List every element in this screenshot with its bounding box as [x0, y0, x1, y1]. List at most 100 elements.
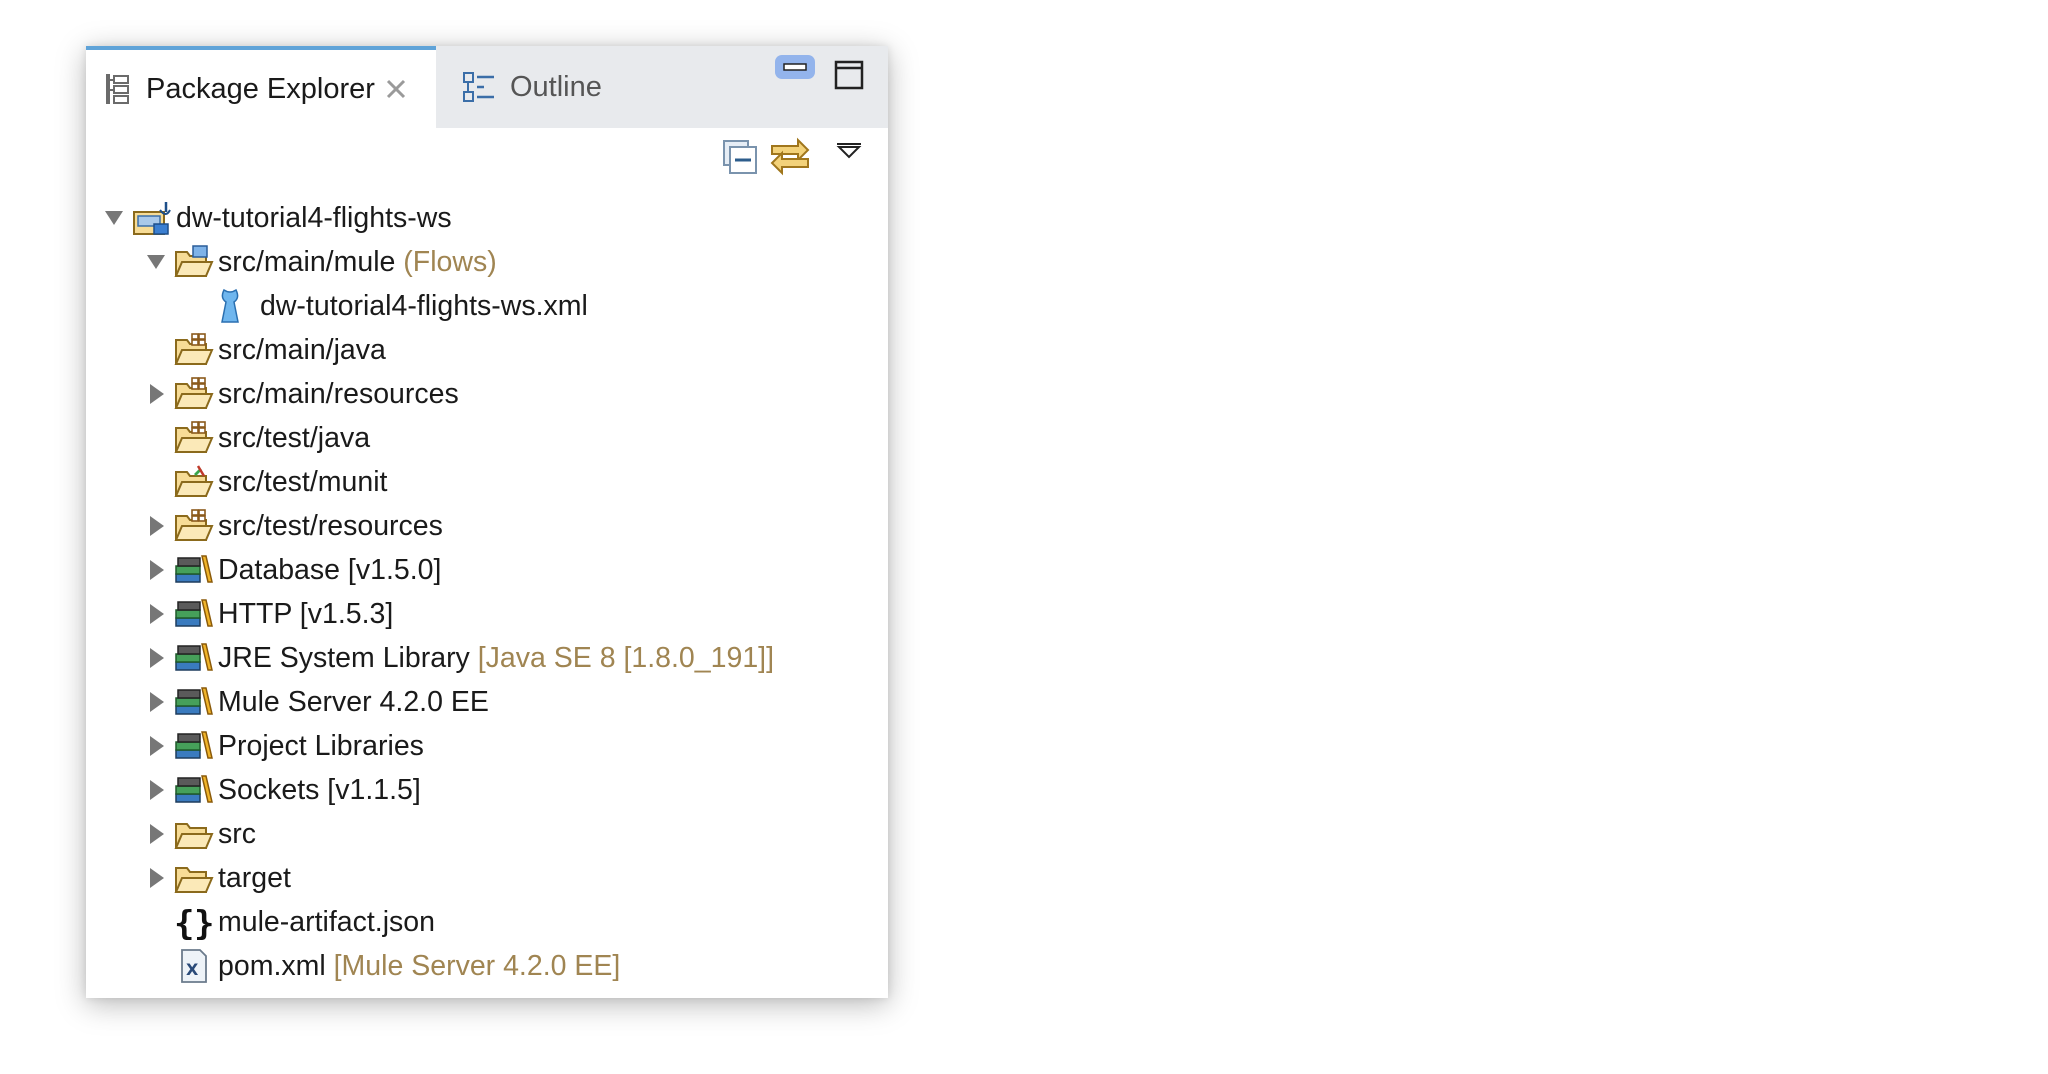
- library-icon: [175, 599, 213, 627]
- tree-item-name: Database [v1.5.0]: [218, 553, 442, 586]
- tree-item-label: dw-tutorial4-flights-ws: [176, 202, 452, 235]
- collapsed-arrow-icon[interactable]: [146, 823, 166, 845]
- tree-item[interactable]: dw-tutorial4-flights-ws.xml: [86, 284, 888, 328]
- tree-item-label: Mule Server 4.2.0 EE: [218, 686, 489, 719]
- tree-item-label: src/test/resources: [218, 510, 443, 543]
- maximize-icon[interactable]: [834, 60, 864, 90]
- tree-item-name: src/main/java: [218, 333, 386, 366]
- tree-item[interactable]: src/test/munit: [86, 460, 888, 504]
- tree-item[interactable]: target: [86, 856, 888, 900]
- tree-item-label: src/main/resources: [218, 378, 459, 411]
- tree-item[interactable]: HTTP [v1.5.3]: [86, 592, 888, 636]
- tree-item-label: dw-tutorial4-flights-ws.xml: [260, 290, 588, 323]
- tree-item-decoration: [Mule Server 4.2.0 EE]: [325, 949, 621, 982]
- view-tab-bar: Package Explorer Outline: [86, 46, 888, 128]
- tree-item[interactable]: src/main/java: [86, 328, 888, 372]
- tree-item[interactable]: src/main/resources: [86, 372, 888, 416]
- tree-item-label: JRE System Library [Java SE 8 [1.8.0_191…: [218, 642, 774, 675]
- source-folder-icon: [174, 421, 214, 453]
- library-icon: [175, 687, 213, 715]
- tree-item-label: Database [v1.5.0]: [218, 554, 441, 587]
- tree-item[interactable]: dw-tutorial4-flights-ws: [86, 196, 888, 240]
- collapsed-arrow-icon[interactable]: [146, 515, 166, 537]
- collapsed-arrow-icon[interactable]: [146, 559, 166, 581]
- source-folder-icon: [174, 509, 214, 541]
- source-folder-icon: [174, 333, 214, 365]
- mule-flow-file-icon: [221, 288, 239, 323]
- tree-item-label: target: [218, 862, 291, 895]
- folder-icon: [174, 823, 214, 849]
- tab-package-explorer[interactable]: Package Explorer: [86, 46, 436, 128]
- tree-item-name: dw-tutorial4-flights-ws: [176, 201, 452, 234]
- tree-item-label: src: [218, 818, 256, 851]
- tree-item[interactable]: src: [86, 812, 888, 856]
- tree-item-name: dw-tutorial4-flights-ws.xml: [260, 289, 588, 322]
- tab-outline[interactable]: Outline: [450, 46, 602, 128]
- tree-item-label: src/main/java: [218, 334, 386, 367]
- tree-item-name: Project Libraries: [218, 729, 424, 762]
- library-icon: [175, 775, 213, 803]
- tree-item[interactable]: { } mule-artifact.json: [86, 900, 888, 944]
- collapsed-arrow-icon[interactable]: [146, 867, 166, 889]
- svg-text:{: {: [174, 904, 194, 940]
- collapsed-arrow-icon[interactable]: [146, 647, 166, 669]
- package-explorer-icon: [106, 74, 129, 104]
- json-file-icon: { }: [174, 904, 214, 940]
- tree-item-decoration: (Flows): [395, 245, 497, 278]
- munit-folder-icon: [174, 465, 214, 497]
- outline-icon: [463, 72, 494, 102]
- tree-item-name: Sockets [v1.1.5]: [218, 773, 421, 806]
- expanded-arrow-icon[interactable]: [104, 207, 124, 229]
- collapse-all-icon[interactable]: [722, 139, 758, 175]
- folder-icon: [174, 867, 214, 893]
- collapsed-arrow-icon[interactable]: [146, 691, 166, 713]
- tree-item[interactable]: Xpom.xml [Mule Server 4.2.0 EE]: [86, 944, 888, 988]
- tree-item-label: src/test/munit: [218, 466, 387, 499]
- library-icon: [175, 731, 213, 759]
- tree-item[interactable]: Sockets [v1.1.5]: [86, 768, 888, 812]
- tree-item-label: Project Libraries: [218, 730, 424, 763]
- tree-item-label: src/main/mule (Flows): [218, 246, 497, 279]
- xml-file-icon: X: [181, 949, 207, 983]
- tree-item-name: pom.xml: [218, 949, 326, 982]
- library-icon: [175, 555, 213, 583]
- view-menu-icon[interactable]: [836, 142, 862, 162]
- tree-item-name: src/test/java: [218, 421, 371, 454]
- tree-item[interactable]: src/test/java: [86, 416, 888, 460]
- mule-project-icon: [133, 202, 171, 235]
- link-with-editor-icon[interactable]: [768, 136, 812, 176]
- tree-item[interactable]: Mule Server 4.2.0 EE: [86, 680, 888, 724]
- tree-item-label: Sockets [v1.1.5]: [218, 774, 421, 807]
- tree-item[interactable]: JRE System Library [Java SE 8 [1.8.0_191…: [86, 636, 888, 680]
- svg-text:X: X: [186, 960, 199, 979]
- library-icon: [175, 643, 213, 671]
- tree-item-name: src/main/mule: [218, 245, 396, 278]
- collapsed-arrow-icon[interactable]: [146, 383, 166, 405]
- collapsed-arrow-icon[interactable]: [146, 779, 166, 801]
- package-explorer-view: Package Explorer Outline dw-tutorial4-fl…: [86, 46, 888, 998]
- mule-source-folder-icon: [174, 245, 214, 277]
- collapsed-arrow-icon[interactable]: [146, 735, 166, 757]
- tree-item-label: src/test/java: [218, 422, 370, 455]
- tree-item-name: src: [218, 817, 256, 850]
- expanded-arrow-icon[interactable]: [146, 251, 166, 273]
- tree-item-name: src/test/resources: [218, 509, 443, 542]
- tree-item[interactable]: src/main/mule (Flows): [86, 240, 888, 284]
- tree-item-name: src/main/resources: [218, 377, 459, 410]
- tree-item-label: pom.xml [Mule Server 4.2.0 EE]: [218, 950, 620, 983]
- tree-item[interactable]: src/test/resources: [86, 504, 888, 548]
- tree-item-decoration: [Java SE 8 [1.8.0_191]]: [469, 641, 775, 674]
- tab-package-explorer-label: Package Explorer: [146, 72, 375, 105]
- source-folder-icon: [174, 377, 214, 409]
- svg-text:}: }: [194, 904, 214, 940]
- tree-item[interactable]: Project Libraries: [86, 724, 888, 768]
- collapsed-arrow-icon[interactable]: [146, 603, 166, 625]
- tree-item-name: HTTP [v1.5.3]: [218, 597, 394, 630]
- tree-item-name: JRE System Library: [218, 641, 470, 674]
- minimize-icon[interactable]: [774, 54, 816, 80]
- tree-item-name: src/test/munit: [218, 465, 388, 498]
- tree-item[interactable]: Database [v1.5.0]: [86, 548, 888, 592]
- tree-item-label: mule-artifact.json: [218, 906, 435, 939]
- tree-item-name: mule-artifact.json: [218, 905, 435, 938]
- close-icon[interactable]: [385, 78, 407, 100]
